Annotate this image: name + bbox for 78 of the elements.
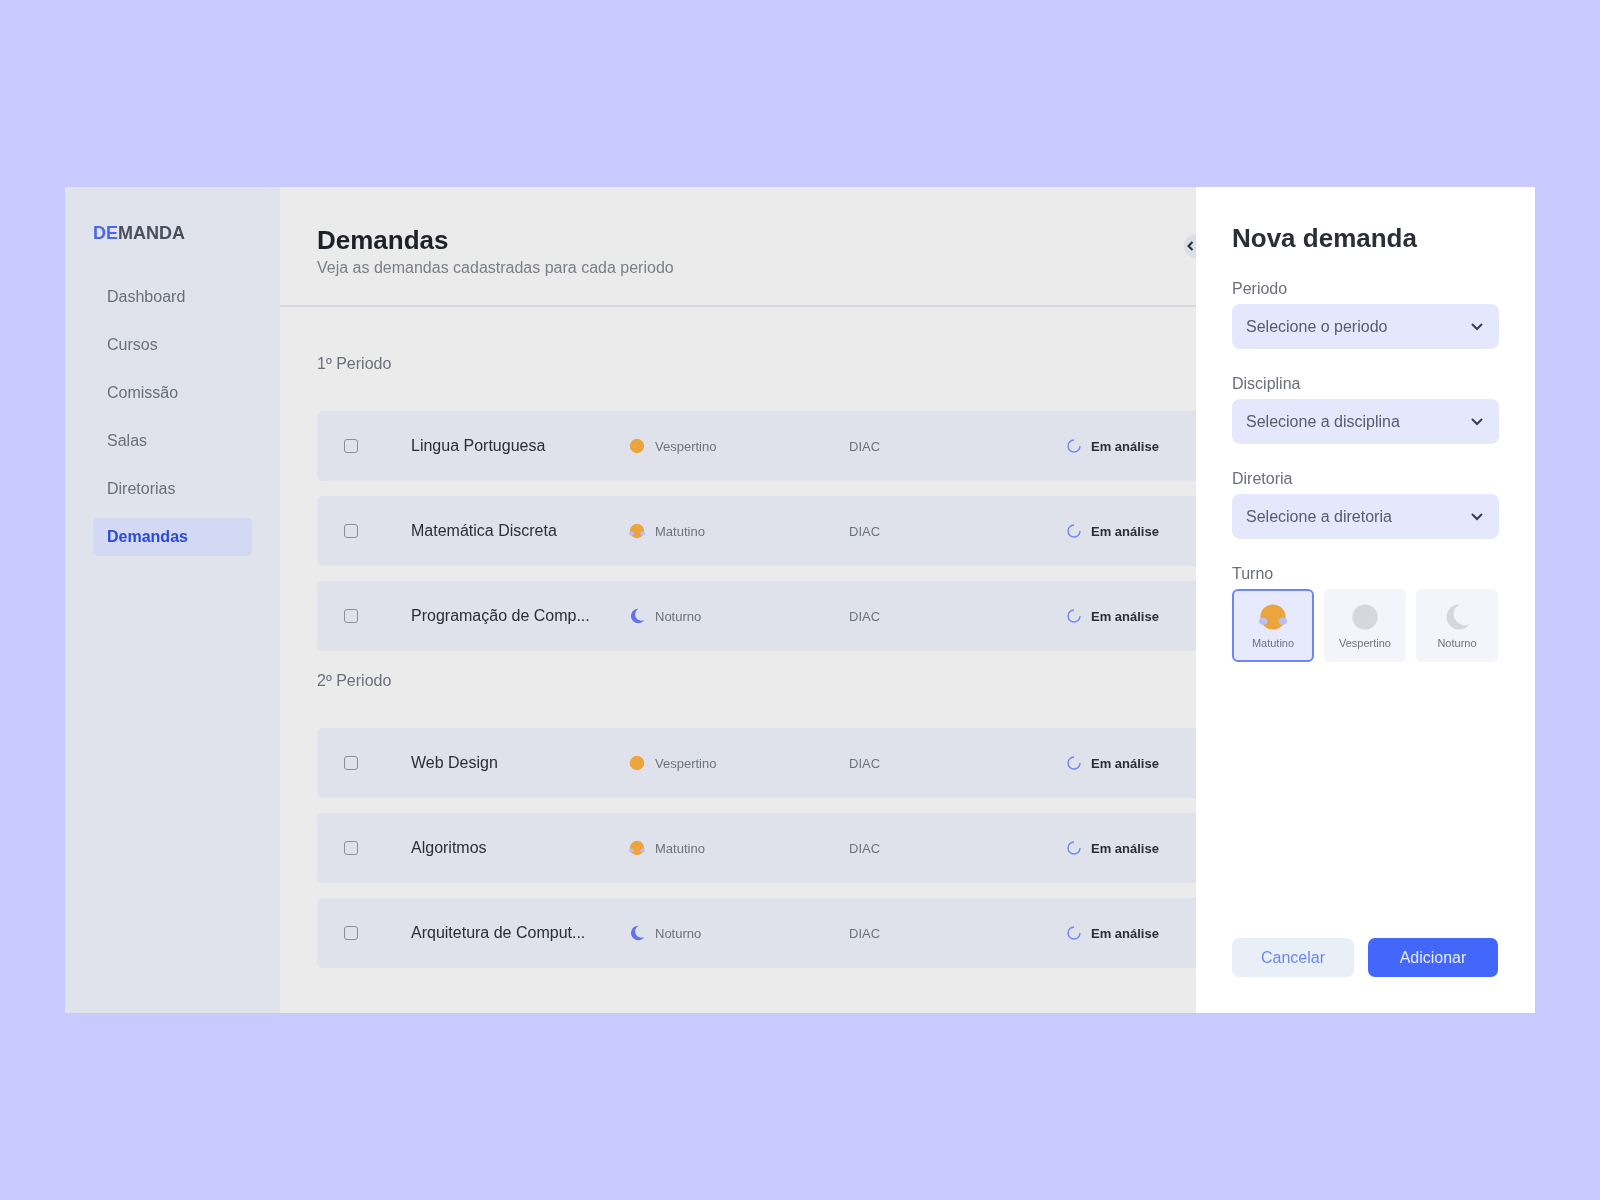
- shift-label: Matutino: [655, 840, 705, 856]
- select-field[interactable]: Selecione o periodo: [1232, 304, 1499, 349]
- shift-option[interactable]: Noturno: [1416, 589, 1498, 662]
- demand-row[interactable]: Arquitetura de Comput... Noturno DIAC Em análise: [317, 898, 1196, 968]
- demand-row[interactable]: Algoritmos Matutino DIAC Em análise: [317, 813, 1196, 883]
- moon-icon: [629, 608, 645, 624]
- nav-item[interactable]: Comissão: [93, 374, 252, 412]
- unit-label: DIAC: [849, 523, 881, 539]
- status-label: Em análise: [1091, 438, 1159, 454]
- unit-label: DIAC: [849, 438, 881, 454]
- section-title: 1º Periodo: [317, 354, 393, 374]
- spinner-icon: [1067, 609, 1081, 623]
- checkbox[interactable]: [344, 524, 358, 538]
- chevron-left-icon: [1187, 241, 1194, 251]
- demand-row[interactable]: Programação de Comp... Noturno DIAC Em análise: [317, 581, 1196, 651]
- shift-label: Matutino: [655, 523, 705, 539]
- cancel-button[interactable]: Cancelar: [1232, 938, 1354, 977]
- subject-name: Arquitetura de Comput...: [411, 924, 587, 942]
- section-title: 2º Periodo: [317, 671, 393, 691]
- chevron-down-icon: [1471, 322, 1483, 331]
- spinner-icon: [1067, 756, 1081, 770]
- status-label: Em análise: [1091, 608, 1159, 624]
- sunrise-icon: [629, 840, 645, 856]
- moon-icon: [629, 925, 645, 941]
- subject-name: Web Design: [411, 754, 499, 772]
- chevron-down-icon: [1471, 512, 1483, 521]
- checkbox[interactable]: [344, 439, 358, 453]
- add-button[interactable]: Adicionar: [1368, 938, 1498, 977]
- field-label: Turno: [1232, 565, 1275, 583]
- field-label: Disciplina: [1232, 375, 1302, 393]
- nav-item[interactable]: Cursos: [93, 326, 252, 364]
- subject-name: Lingua Portuguesa: [411, 437, 547, 455]
- nav-item[interactable]: Salas: [93, 422, 252, 460]
- sunrise-icon: [629, 523, 645, 539]
- demand-row[interactable]: Web Design Vespertino DIAC Em análise: [317, 728, 1196, 798]
- status-label: Em análise: [1091, 840, 1159, 856]
- select-field[interactable]: Selecione a diretoria: [1232, 494, 1499, 539]
- shift-label: Vespertino: [655, 438, 717, 454]
- status-label: Em análise: [1091, 523, 1159, 539]
- spinner-icon: [1067, 439, 1081, 453]
- subject-name: Algoritmos: [411, 839, 488, 857]
- shift-option[interactable]: Vespertino: [1324, 589, 1406, 662]
- checkbox[interactable]: [344, 841, 358, 855]
- demand-row[interactable]: Lingua Portuguesa Vespertino DIAC Em análise: [317, 411, 1196, 481]
- shift-label: Noturno: [655, 925, 702, 941]
- shift-label: Noturno: [655, 608, 702, 624]
- nav-item[interactable]: Diretorias: [93, 470, 252, 508]
- checkbox[interactable]: [344, 756, 358, 770]
- panel-title: Nova demanda: [1232, 223, 1418, 254]
- spinner-icon: [1067, 926, 1081, 940]
- shift-option[interactable]: Matutino: [1232, 589, 1314, 662]
- field-label: Diretoria: [1232, 470, 1294, 488]
- unit-label: DIAC: [849, 755, 881, 771]
- status-label: Em análise: [1091, 755, 1159, 771]
- nav-item[interactable]: Dashboard: [93, 278, 252, 316]
- logo: DEMANDA: [93, 223, 186, 244]
- unit-label: DIAC: [849, 925, 881, 941]
- sun-icon: [1351, 602, 1379, 631]
- chevron-down-icon: [1471, 417, 1483, 426]
- subject-name: Programação de Comp...: [411, 607, 591, 625]
- checkbox[interactable]: [344, 609, 358, 623]
- shift-label: Vespertino: [655, 755, 717, 771]
- status-label: Em análise: [1091, 925, 1159, 941]
- sunrise-icon: [1259, 602, 1287, 631]
- page-subtitle: Veja as demandas cadastradas para cada periodo: [317, 259, 675, 277]
- spinner-icon: [1067, 524, 1081, 538]
- page-title: Demandas: [317, 225, 450, 256]
- subject-name: Matemática Discreta: [411, 522, 558, 540]
- nav-item[interactable]: Demandas: [93, 518, 252, 556]
- checkbox[interactable]: [344, 926, 358, 940]
- field-label: Periodo: [1232, 280, 1289, 298]
- unit-label: DIAC: [849, 840, 881, 856]
- spinner-icon: [1067, 841, 1081, 855]
- sun-icon: [629, 755, 645, 771]
- demand-row[interactable]: Matemática Discreta Matutino DIAC Em análise: [317, 496, 1196, 566]
- sun-icon: [629, 438, 645, 454]
- select-field[interactable]: Selecione a disciplina: [1232, 399, 1499, 444]
- unit-label: DIAC: [849, 608, 881, 624]
